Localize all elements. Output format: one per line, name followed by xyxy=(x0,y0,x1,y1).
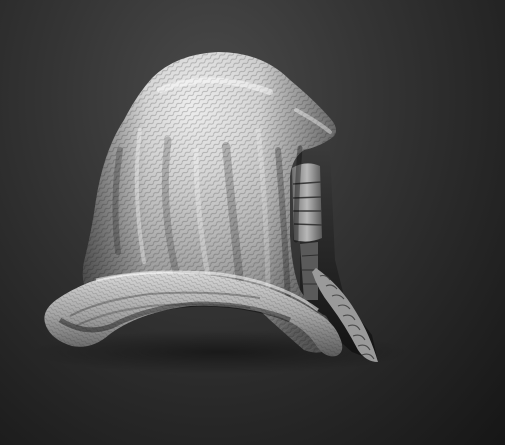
sculpt-viewport[interactable] xyxy=(0,0,505,445)
hood-render xyxy=(30,52,410,374)
